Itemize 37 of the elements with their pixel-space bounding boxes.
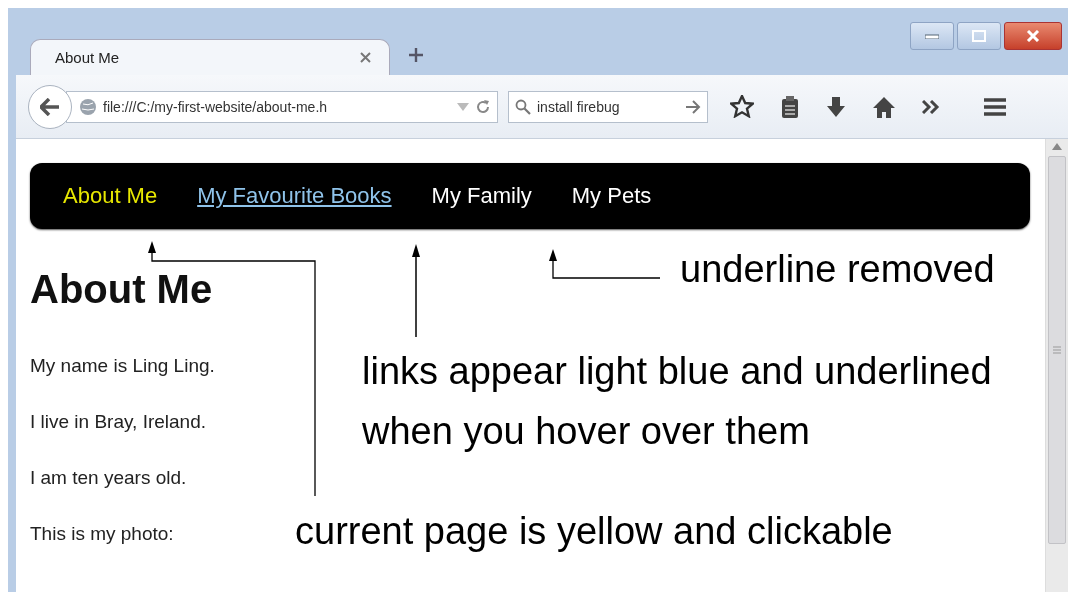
maximize-button[interactable] xyxy=(957,22,1001,50)
page-heading: About Me xyxy=(30,267,213,312)
close-button[interactable] xyxy=(1004,22,1062,50)
annotation-text: current page is yellow and clickable xyxy=(295,512,893,550)
paragraph: My name is Ling Ling. xyxy=(30,354,215,378)
back-arrow-icon xyxy=(40,97,60,116)
globe-icon xyxy=(79,97,97,116)
download-icon[interactable] xyxy=(826,95,846,118)
scroll-up-icon[interactable] xyxy=(1052,143,1062,150)
maximize-icon xyxy=(972,30,986,42)
annotation-text: links appear light blue and underlined xyxy=(362,352,992,390)
close-icon xyxy=(1026,30,1040,42)
nav-link[interactable]: My Family xyxy=(431,183,532,209)
back-button[interactable] xyxy=(28,84,72,129)
paragraph: I am ten years old. xyxy=(30,466,187,490)
address-field[interactable]: file:///C:/my-first-website/about-me.h xyxy=(66,90,498,123)
annotation-text: underline removed xyxy=(680,250,995,288)
home-icon[interactable] xyxy=(872,95,896,118)
annotation-text: when you hover over them xyxy=(362,412,810,450)
nav-link[interactable]: My Favourite Books xyxy=(197,183,392,209)
nav-link[interactable]: About Me xyxy=(63,183,158,209)
scrollbar-thumb[interactable] xyxy=(1048,156,1066,544)
arrow-right-icon[interactable] xyxy=(685,99,701,114)
browser-tab[interactable]: About Me xyxy=(30,39,390,75)
search-icon xyxy=(515,98,531,115)
reload-icon[interactable] xyxy=(475,98,491,115)
nav-link[interactable]: My Pets xyxy=(571,183,652,209)
close-tab-icon[interactable] xyxy=(360,52,371,63)
star-icon[interactable] xyxy=(730,95,754,118)
chevron-icon[interactable] xyxy=(922,99,940,114)
menu-icon[interactable] xyxy=(984,96,1006,117)
paragraph: I live in Bray, Ireland. xyxy=(30,410,206,434)
minimize-icon xyxy=(925,33,939,39)
new-tab-icon[interactable] xyxy=(408,47,424,63)
clipboard-icon[interactable] xyxy=(780,94,800,119)
paragraph: This is my photo: xyxy=(30,522,174,546)
search-field[interactable]: install firebug xyxy=(508,90,708,123)
